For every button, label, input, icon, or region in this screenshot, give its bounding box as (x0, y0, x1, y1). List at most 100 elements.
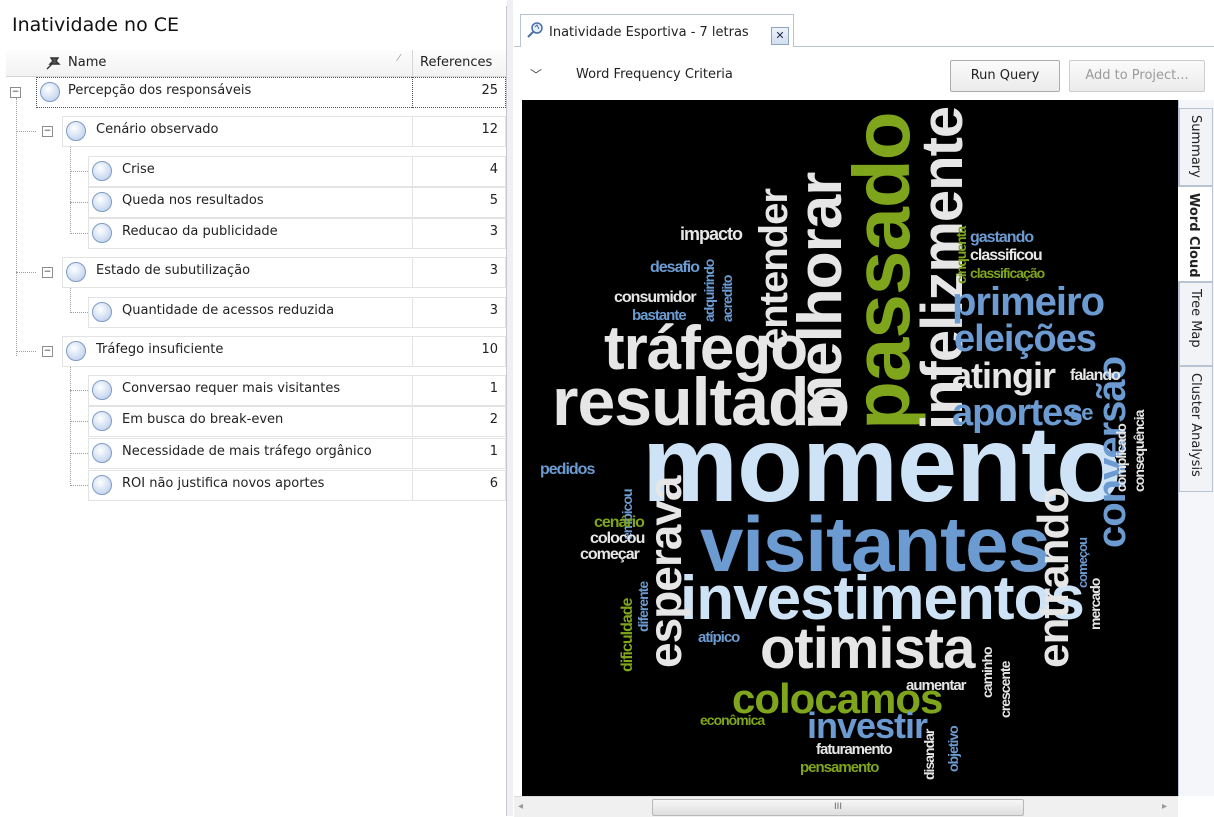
collapse-icon[interactable]: − (42, 346, 53, 357)
collapse-icon[interactable]: − (42, 267, 53, 278)
scroll-left-icon[interactable]: ◂ (518, 801, 523, 812)
node-label: Conversao requer mais visitantes (122, 381, 341, 396)
node-references: 3 (489, 263, 498, 278)
tree-row-roi[interactable]: ROI não justifica novos aportes 6 (6, 470, 506, 501)
node-icon (92, 475, 112, 495)
cloud-word[interactable]: classificação (970, 266, 1045, 280)
add-to-project-button[interactable]: Add to Project... (1069, 60, 1205, 92)
node-icon (92, 411, 112, 431)
tree-row-cenario[interactable]: − Cenário observado 12 (6, 116, 506, 147)
tab-summary[interactable]: Summary (1179, 108, 1213, 186)
cloud-word[interactable]: investir (807, 708, 928, 744)
scroll-right-icon[interactable]: ▸ (1162, 801, 1167, 812)
node-references: 25 (481, 83, 498, 98)
cloud-word[interactable]: consequência (1131, 411, 1147, 492)
panel-splitter[interactable] (507, 0, 513, 816)
column-divider[interactable] (412, 50, 413, 76)
criteria-label: Word Frequency Criteria (576, 67, 733, 82)
tree-row-reducao[interactable]: Reducao da publicidade 3 (6, 218, 506, 249)
cloud-word[interactable]: diferente (635, 582, 651, 632)
cloud-word[interactable]: dificuldade (619, 599, 636, 672)
cloud-word[interactable]: aportes (952, 394, 1083, 432)
pin-icon[interactable] (44, 55, 62, 71)
criteria-bar: ﹀ Word Frequency Criteria Run Query Add … (514, 48, 1214, 100)
cloud-word[interactable]: otimista (760, 620, 975, 678)
cloud-word[interactable]: começar (580, 547, 640, 563)
cloud-word[interactable]: pedidos (540, 462, 595, 478)
node-list-panel: Inatividade no CE Name ⁄ References − Pe… (6, 6, 507, 816)
cloud-word[interactable]: aumentar (906, 678, 967, 693)
column-header: Name ⁄ References (6, 50, 506, 77)
node-references: 2 (489, 412, 498, 427)
node-label: Em busca do break-even (122, 412, 284, 427)
horizontal-scrollbar[interactable]: ◂ III ▸ (514, 796, 1178, 817)
node-references: 4 (489, 162, 498, 177)
view-tabs: Summary Word Cloud Tree Map Cluster Anal… (1178, 100, 1214, 796)
node-references: 5 (489, 193, 498, 208)
tree-row-break-even[interactable]: Em busca do break-even 2 (6, 406, 506, 437)
cloud-word[interactable]: pensamento (800, 760, 879, 775)
cloud-word[interactable]: classificou (970, 248, 1043, 264)
node-label: Necessidade de mais tráfego orgânico (122, 444, 372, 459)
cloud-word[interactable]: desafio (650, 260, 700, 276)
tree-row-estado[interactable]: − Estado de subutilização 3 (6, 257, 506, 288)
cloud-word[interactable]: caminho (979, 647, 995, 698)
tree-row-percepcao[interactable]: − Percepção dos responsáveis 25 (6, 77, 506, 108)
tree-row-necessidade[interactable]: Necessidade de mais tráfego orgânico 1 (6, 438, 506, 469)
cloud-word[interactable]: esperava (639, 477, 691, 669)
tree-row-trafego[interactable]: − Tráfego insuficiente 10 (6, 336, 506, 367)
query-tab[interactable]: Inatividade Esportiva - 7 letras ✕ (520, 14, 794, 47)
cloud-word[interactable]: econômica (700, 713, 765, 727)
tab-word-cloud[interactable]: Word Cloud (1178, 186, 1213, 282)
tree-row-queda[interactable]: Queda nos resultados 5 (6, 187, 506, 218)
cloud-word[interactable]: falando (1070, 368, 1121, 384)
node-icon (92, 223, 112, 243)
cloud-word[interactable]: impacto (680, 225, 743, 243)
tab-tree-map[interactable]: Tree Map (1179, 282, 1213, 366)
cloud-word[interactable]: entender (752, 189, 796, 350)
cloud-word[interactable]: primeiro (952, 282, 1105, 322)
tab-cluster-analysis[interactable]: Cluster Analysis (1179, 366, 1213, 492)
cloud-word[interactable]: complicado (1113, 424, 1129, 492)
run-query-button[interactable]: Run Query (950, 60, 1060, 92)
cloud-word[interactable]: atípico (698, 630, 740, 645)
node-references: 3 (489, 224, 498, 239)
column-references-header[interactable]: References (420, 55, 492, 70)
close-icon[interactable]: ✕ (771, 27, 789, 45)
cloud-word[interactable]: cinquenta (953, 227, 969, 284)
cloud-word[interactable]: colocou (590, 531, 645, 547)
cloud-word[interactable]: atingir (952, 358, 1056, 394)
chevron-down-icon[interactable]: ﹀ (530, 66, 542, 83)
collapse-icon[interactable]: − (10, 87, 21, 98)
node-icon (66, 262, 86, 282)
cloud-word[interactable]: eleições (954, 320, 1097, 358)
tree-row-crise[interactable]: Crise 4 (6, 156, 506, 187)
node-label: Percepção dos responsáveis (68, 83, 252, 98)
cloud-word[interactable]: mercado (1087, 579, 1103, 630)
tab-title: Inatividade Esportiva - 7 letras (549, 25, 749, 40)
column-name-header[interactable]: Name (68, 55, 106, 70)
node-icon (92, 192, 112, 212)
cloud-word[interactable]: consumidor (614, 290, 697, 306)
tree-row-conversao[interactable]: Conversao requer mais visitantes 1 (6, 375, 506, 406)
cloud-word[interactable]: adquirindo (701, 260, 717, 322)
cloud-word[interactable]: acredito (719, 276, 735, 322)
node-label: Cenário observado (96, 122, 219, 137)
scroll-thumb[interactable]: III (652, 799, 1024, 816)
tree-row-quantidade[interactable]: Quantidade de acessos reduzida 3 (6, 297, 506, 328)
cloud-word[interactable]: crescente (997, 662, 1013, 718)
collapse-icon[interactable]: − (42, 126, 53, 137)
cloud-word[interactable]: se (1070, 402, 1094, 424)
cloud-word[interactable]: melhorar (786, 173, 855, 430)
node-references: 3 (489, 303, 498, 318)
cloud-word[interactable]: faturamento (816, 742, 893, 757)
cloud-word[interactable]: bastante (632, 308, 687, 323)
cloud-word[interactable]: cenário (594, 515, 645, 531)
cloud-word[interactable]: objetivo (945, 726, 961, 772)
node-label: Queda nos resultados (122, 193, 264, 208)
cloud-word[interactable]: entrando (1029, 488, 1078, 668)
cloud-word[interactable]: gastando (970, 230, 1034, 246)
node-references: 1 (489, 444, 498, 459)
node-icon (92, 443, 112, 463)
cloud-word[interactable]: disandar (921, 730, 937, 780)
